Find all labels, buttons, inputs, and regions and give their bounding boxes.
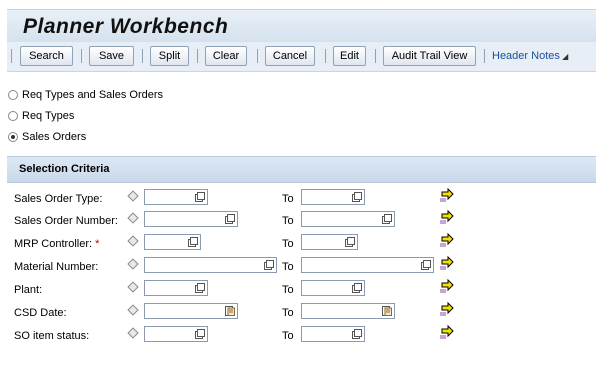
audit-trail-view-button[interactable]: Audit Trail View [383,46,476,66]
to-label: To [282,307,294,319]
to-label: To [282,238,294,250]
split-button[interactable]: Split [150,46,189,66]
multiple-selection-arrow-icon[interactable] [440,256,454,270]
csd-date-label: CSD Date: [14,307,67,319]
radio-button[interactable] [8,111,18,121]
selection-options-icon[interactable] [127,212,139,224]
toolbar-separator [375,49,376,63]
sales-order-number-from-input[interactable] [144,211,238,227]
multiple-selection-arrow-icon[interactable] [440,188,454,202]
multiple-selection-arrow-icon[interactable] [440,210,454,224]
expand-arrow-icon: ◢ [559,52,569,61]
to-label: To [282,261,294,273]
toolbar-separator [81,49,82,63]
radio-req-types[interactable]: Req Types [8,110,74,122]
toolbar-separator [197,49,198,63]
radio-button[interactable] [8,90,18,100]
toolbar-separator [257,49,258,63]
sales-order-type-from-input[interactable] [144,189,208,205]
field-label: MRP Controller: [14,238,93,250]
save-button[interactable]: Save [89,46,134,66]
sales-order-type-label: Sales Order Type: [14,193,103,205]
selection-options-icon[interactable] [127,190,139,202]
csd-date-from-input[interactable] [144,303,238,319]
multiple-selection-arrow-icon[interactable] [440,325,454,339]
sales-order-number-to-input[interactable] [301,211,395,227]
material-number-to-input[interactable] [301,257,434,273]
value-help-icon[interactable] [352,192,362,202]
value-help-icon[interactable] [195,283,205,293]
value-help-icon[interactable] [352,329,362,339]
material-number-from-input[interactable] [144,257,277,273]
calendar-icon[interactable] [225,306,235,316]
toolbar-separator [325,49,326,63]
required-marker: * [95,238,100,250]
mrp-controller-label: MRP Controller: * [14,238,99,250]
header-notes-link[interactable]: Header Notes ◢ [492,50,568,62]
radio-req-types-sales-orders[interactable]: Req Types and Sales Orders [8,89,163,101]
selection-options-icon[interactable] [127,327,139,339]
selection-options-icon[interactable] [127,235,139,247]
section-title: Selection Criteria [19,163,110,175]
sales-order-number-label: Sales Order Number: [14,215,118,227]
mrp-controller-to-input[interactable] [301,234,358,250]
to-label: To [282,330,294,342]
so-item-status-label: SO item status: [14,330,90,342]
to-label: To [282,284,294,296]
multiple-selection-arrow-icon[interactable] [440,279,454,293]
value-help-icon[interactable] [352,283,362,293]
value-help-icon[interactable] [345,237,355,247]
cancel-button[interactable]: Cancel [265,46,315,66]
so-item-status-to-input[interactable] [301,326,365,342]
multiple-selection-arrow-icon[interactable] [440,233,454,247]
sales-order-type-to-input[interactable] [301,189,365,205]
search-button[interactable]: Search [20,46,73,66]
value-help-icon[interactable] [195,329,205,339]
value-help-icon[interactable] [195,192,205,202]
page-header: Planner Workbench [7,9,596,43]
toolbar: Search Save Split Clear Cancel Edit Audi… [7,42,596,72]
radio-label: Sales Orders [22,131,87,143]
radio-label: Req Types and Sales Orders [22,89,164,101]
so-item-status-from-input[interactable] [144,326,208,342]
plant-from-input[interactable] [144,280,208,296]
radio-label: Req Types [22,110,75,122]
calendar-icon[interactable] [382,306,392,316]
csd-date-to-input[interactable] [301,303,395,319]
value-help-icon[interactable] [264,260,274,270]
plant-label: Plant: [14,284,43,296]
header-notes-label: Header Notes [492,50,560,62]
radio-button-selected[interactable] [8,132,18,142]
selection-options-icon[interactable] [127,304,139,316]
value-help-icon[interactable] [188,237,198,247]
selection-options-icon[interactable] [127,281,139,293]
value-help-icon[interactable] [421,260,431,270]
toolbar-separator [484,49,485,63]
to-label: To [282,215,294,227]
toolbar-separator [142,49,143,63]
page-title: Planner Workbench [23,15,229,38]
material-number-label: Material Number: [14,261,99,273]
edit-button[interactable]: Edit [333,46,366,66]
multiple-selection-arrow-icon[interactable] [440,302,454,316]
clear-button[interactable]: Clear [205,46,247,66]
mrp-controller-from-input[interactable] [144,234,201,250]
value-help-icon[interactable] [382,214,392,224]
radio-sales-orders[interactable]: Sales Orders [8,131,86,143]
to-label: To [282,193,294,205]
selection-criteria-header: Selection Criteria [7,156,596,183]
toolbar-separator [11,49,12,63]
plant-to-input[interactable] [301,280,365,296]
selection-options-icon[interactable] [127,258,139,270]
value-help-icon[interactable] [225,214,235,224]
